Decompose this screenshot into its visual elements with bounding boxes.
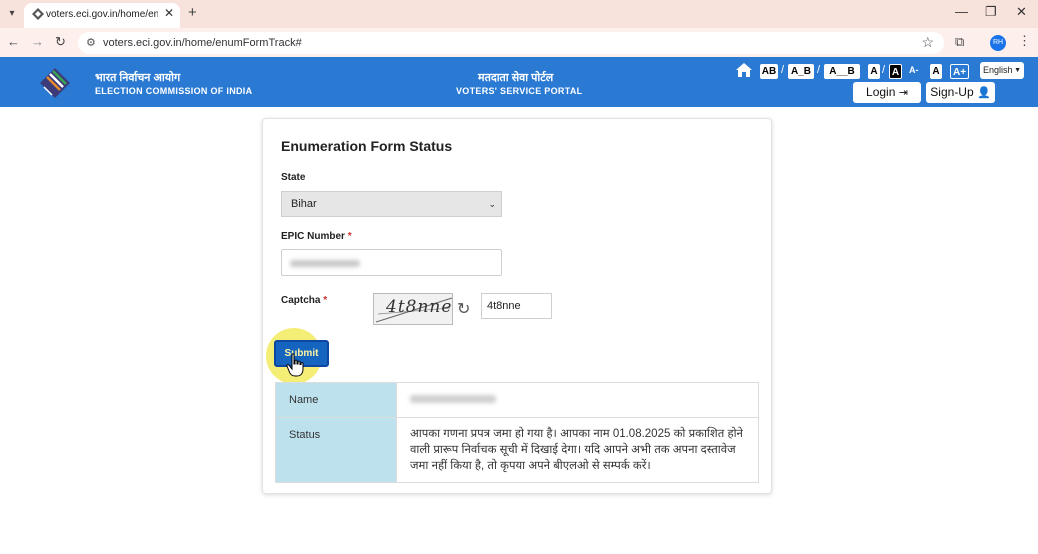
result-table: Name Status आपका गणना प्रपत्र जमा हो गया… bbox=[275, 382, 759, 483]
org-name-english: ELECTION COMMISSION OF INDIA bbox=[95, 86, 253, 96]
separator-slash: / bbox=[882, 64, 886, 76]
maximize-icon[interactable]: ❐ bbox=[985, 4, 997, 20]
accessibility-ab-button[interactable]: AB bbox=[760, 64, 778, 79]
browser-tab-bar: ▾ voters.eci.gov.in/home/enumFo ✕ + — ❐ … bbox=[0, 0, 1038, 28]
state-select[interactable]: Bihar ⌄ bbox=[281, 191, 502, 217]
bookmark-star-icon[interactable]: ☆ bbox=[921, 34, 934, 51]
tab-search-icon[interactable]: ▾ bbox=[4, 6, 20, 22]
accessibility-a--b-button[interactable]: A__B bbox=[824, 64, 860, 79]
forward-arrow-icon[interactable]: → bbox=[31, 34, 44, 49]
url-text[interactable]: voters.eci.gov.in/home/enumFormTrack# bbox=[103, 37, 302, 49]
accessibility-a-b-button[interactable]: A_B bbox=[788, 64, 814, 79]
captcha-image: 4t8nne bbox=[373, 293, 453, 325]
state-label: State bbox=[281, 172, 306, 183]
extensions-puzzle-icon[interactable]: ⧉ bbox=[955, 34, 964, 50]
table-row: Name bbox=[275, 382, 759, 418]
font-increase-button[interactable]: A+ bbox=[950, 64, 969, 79]
separator-slash: / bbox=[781, 64, 785, 76]
required-mark: * bbox=[347, 231, 352, 242]
site-header: भारत निर्वाचन आयोग ELECTION COMMISSION O… bbox=[0, 57, 1038, 107]
contrast-dark-button[interactable]: A bbox=[889, 64, 902, 79]
separator-slash: / bbox=[817, 64, 821, 76]
minimize-icon[interactable]: — bbox=[955, 4, 968, 19]
redacted-epic-value bbox=[290, 260, 360, 267]
profile-avatar[interactable]: RH bbox=[990, 35, 1006, 51]
name-value-cell bbox=[396, 382, 759, 418]
portal-name-english: VOTERS' SERVICE PORTAL bbox=[456, 86, 583, 96]
site-favicon-icon bbox=[32, 8, 44, 20]
close-window-icon[interactable]: ✕ bbox=[1016, 4, 1027, 20]
font-normal-button[interactable]: A bbox=[930, 64, 942, 79]
new-tab-icon[interactable]: + bbox=[188, 4, 197, 21]
captcha-image-text: 4t8nne bbox=[386, 297, 453, 317]
close-tab-icon[interactable]: ✕ bbox=[164, 6, 174, 20]
contrast-light-button[interactable]: A bbox=[868, 64, 880, 79]
reload-icon[interactable]: ↻ bbox=[55, 34, 66, 50]
home-icon[interactable] bbox=[735, 62, 753, 78]
chevron-down-icon: ▼ bbox=[1014, 67, 1021, 74]
page-title: Enumeration Form Status bbox=[281, 138, 453, 154]
redacted-name-value bbox=[410, 395, 496, 403]
org-name-hindi: भारत निर्वाचन आयोग bbox=[95, 72, 181, 84]
login-button[interactable]: Login ⇥ bbox=[853, 82, 921, 103]
epic-label-text: EPIC Number bbox=[281, 231, 345, 242]
captcha-input[interactable]: 4t8nne bbox=[481, 293, 552, 319]
url-omnibox[interactable]: ⚙ voters.eci.gov.in/home/enumFormTrack# … bbox=[78, 32, 944, 54]
signup-label: Sign-Up bbox=[930, 85, 974, 99]
browser-address-bar: ← → ↻ ⚙ voters.eci.gov.in/home/enumFormT… bbox=[0, 28, 1038, 57]
language-select-value: English bbox=[983, 65, 1013, 75]
add-user-icon: 👤 bbox=[977, 87, 991, 99]
epic-number-input[interactable] bbox=[281, 249, 502, 276]
table-row: Status आपका गणना प्रपत्र जमा हो गया है। … bbox=[275, 417, 759, 483]
portal-name-hindi: मतदाता सेवा पोर्टल bbox=[478, 72, 554, 84]
tab-title: voters.eci.gov.in/home/enumFo bbox=[46, 9, 158, 20]
browser-menu-icon[interactable]: ⋮ bbox=[1018, 33, 1031, 49]
captcha-label-text: Captcha bbox=[281, 295, 321, 306]
captcha-label: Captcha * bbox=[281, 295, 327, 306]
back-arrow-icon[interactable]: ← bbox=[7, 34, 20, 49]
browser-tab[interactable]: voters.eci.gov.in/home/enumFo ✕ bbox=[24, 3, 180, 28]
required-mark: * bbox=[323, 295, 328, 306]
login-arrow-icon: ⇥ bbox=[898, 87, 908, 99]
state-select-value: Bihar bbox=[291, 198, 317, 210]
status-value-cell: आपका गणना प्रपत्र जमा हो गया है। आपका ना… bbox=[396, 417, 759, 483]
chevron-down-icon: ⌄ bbox=[488, 199, 496, 209]
hand-cursor-icon bbox=[286, 353, 304, 377]
name-key-cell: Name bbox=[275, 382, 397, 418]
eci-logo-icon[interactable] bbox=[36, 65, 74, 101]
font-decrease-button[interactable]: A- bbox=[909, 65, 919, 75]
language-select[interactable]: English ▼ bbox=[980, 62, 1024, 79]
refresh-captcha-icon[interactable]: ↻ bbox=[457, 299, 470, 319]
login-label: Login bbox=[866, 85, 896, 99]
site-info-icon[interactable]: ⚙ bbox=[86, 36, 96, 49]
epic-label: EPIC Number * bbox=[281, 231, 352, 242]
status-key-cell: Status bbox=[275, 417, 397, 483]
signup-button[interactable]: Sign-Up 👤 bbox=[926, 82, 995, 103]
